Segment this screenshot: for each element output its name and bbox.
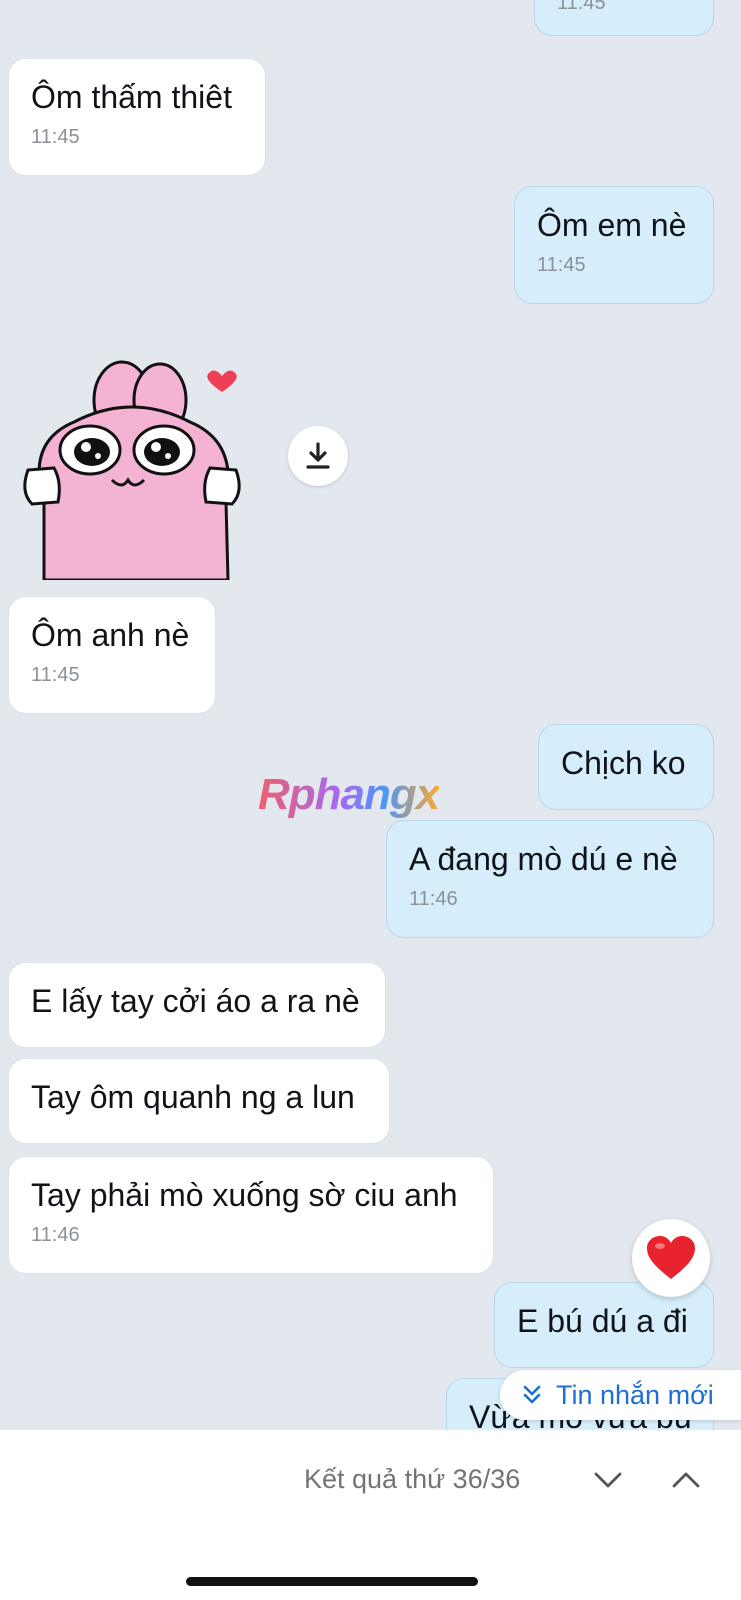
message-text: Ôm thấm thiêt xyxy=(31,79,232,115)
message-time: 11:45 xyxy=(537,254,586,276)
message-text: Tay ôm quanh ng a lun xyxy=(31,1079,355,1115)
message-text: E bú dú a đi xyxy=(517,1303,688,1339)
message-time: 11:46 xyxy=(31,1224,80,1246)
message-text: Ôm anh nè xyxy=(31,617,190,653)
message-bubble-incoming[interactable]: Ôm anh nè 11:45 xyxy=(8,596,216,714)
chevron-down-icon xyxy=(594,1472,622,1488)
previous-result-button[interactable] xyxy=(666,1460,706,1500)
next-result-button[interactable] xyxy=(588,1460,628,1500)
message-text: Tay phải mò xuống sờ ciu anh xyxy=(31,1177,458,1213)
sticker-pink-bunny[interactable] xyxy=(14,352,250,580)
message-bubble-incoming[interactable]: Tay ôm quanh ng a lun xyxy=(8,1058,390,1144)
message-bubble-incoming[interactable]: Ôm thấm thiêt 11:45 xyxy=(8,58,266,176)
message-time: 11:45 xyxy=(31,664,80,686)
download-button[interactable] xyxy=(288,426,348,486)
heart-icon xyxy=(647,1236,695,1279)
chevron-up-icon xyxy=(672,1472,700,1488)
new-messages-button[interactable]: Tin nhắn mới xyxy=(500,1370,741,1420)
home-indicator[interactable] xyxy=(186,1577,478,1586)
message-bubble-outgoing[interactable]: A đang mò dú e nè 11:46 xyxy=(386,820,714,938)
message-bubble-incoming[interactable]: Tay phải mò xuống sờ ciu anh 11:46 xyxy=(8,1156,494,1274)
search-results-bar: Kết quả thứ 36/36 xyxy=(0,1430,741,1600)
message-bubble-incoming[interactable]: E lấy tay cởi áo a ra nè xyxy=(8,962,386,1048)
watermark-logo: Rphangx xyxy=(258,770,440,819)
message-text: Ôm em nè xyxy=(537,207,687,243)
search-result-count: Kết quả thứ 36/36 xyxy=(304,1464,521,1494)
chat-area[interactable]: 11:45 Ôm thấm thiêt 11:45 Ôm em nè 11:45… xyxy=(0,0,741,1430)
message-time: 11:45 xyxy=(31,126,80,148)
message-bubble-outgoing[interactable]: Chịch ko xyxy=(538,724,714,810)
double-chevron-down-icon xyxy=(523,1385,541,1404)
reaction-button[interactable] xyxy=(632,1219,710,1297)
message-text: E lấy tay cởi áo a ra nè xyxy=(31,983,360,1019)
download-icon xyxy=(306,442,330,469)
message-bubble-outgoing[interactable]: 11:45 xyxy=(534,0,714,36)
new-messages-label: Tin nhắn mới xyxy=(556,1379,714,1410)
message-bubble-outgoing[interactable]: Ôm em nè 11:45 xyxy=(514,186,714,304)
message-time: 11:45 xyxy=(557,0,606,14)
message-text: A đang mò dú e nè xyxy=(409,841,678,877)
message-time: 11:46 xyxy=(409,888,458,910)
message-text: Chịch ko xyxy=(561,745,686,781)
